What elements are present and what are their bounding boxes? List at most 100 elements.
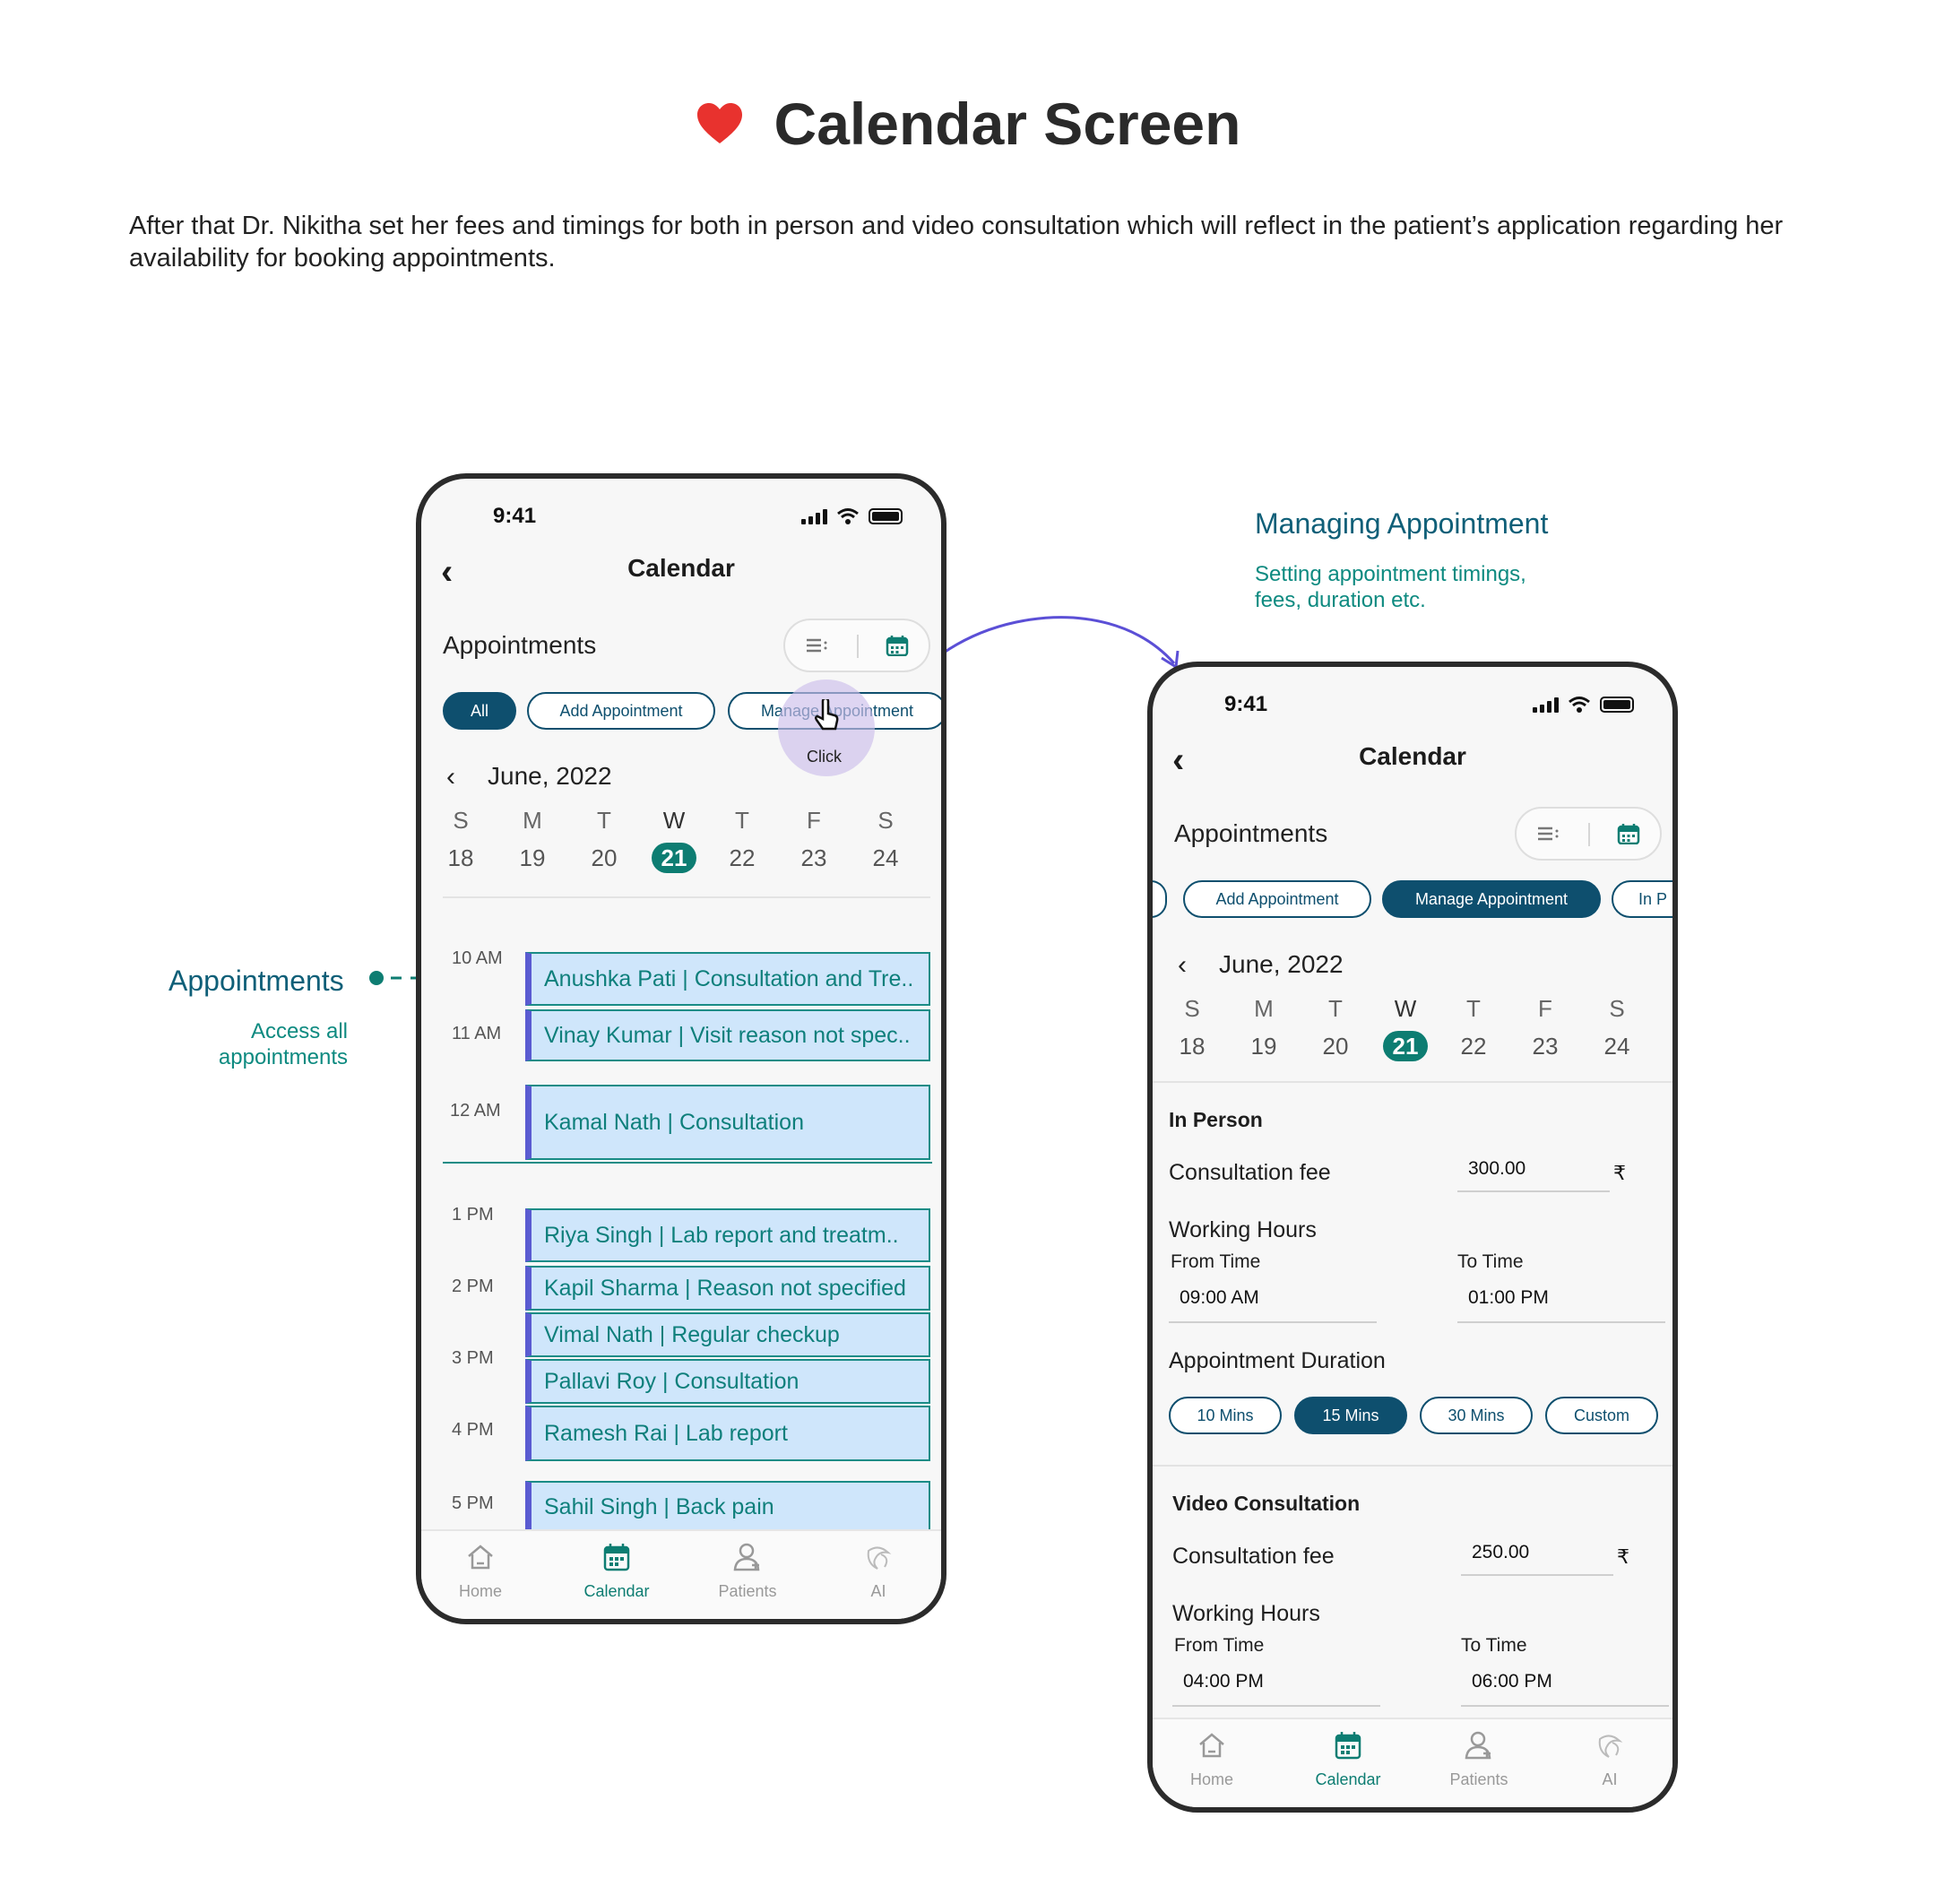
appointment-card[interactable]: Anushka Pati | Consultation and Tre.. [525, 952, 930, 1006]
appointments-heading: Appointments [443, 631, 597, 659]
date-cell[interactable]: 19 [1237, 1031, 1291, 1061]
divider [1153, 1465, 1672, 1467]
date-cell[interactable]: 18 [1165, 1031, 1219, 1061]
battery-icon [1600, 697, 1634, 713]
chip-all[interactable]: All [443, 692, 516, 730]
annotation-managing-subtitle-line1: Setting appointment timings, [1255, 562, 1526, 586]
calendar-view-icon[interactable] [1617, 823, 1640, 844]
appointment-card[interactable]: Vinay Kumar | Visit reason not spec.. [525, 1009, 930, 1061]
status-icons [801, 507, 903, 525]
chevron-left-icon[interactable]: ‹ [1178, 950, 1187, 981]
date-cell[interactable]: 22 [1447, 1031, 1500, 1061]
calendar-view-icon[interactable] [886, 635, 909, 656]
in-person-from-label: From Time [1171, 1251, 1261, 1272]
chip-all-partial[interactable] [1153, 880, 1167, 918]
hour-label: 1 PM [452, 1205, 494, 1225]
date-cell[interactable]: 24 [1590, 1031, 1644, 1061]
currency-symbol: ₹ [1613, 1162, 1626, 1184]
tab-ai[interactable]: AI [1556, 1730, 1664, 1789]
in-person-to-input[interactable]: 01:00 PM [1457, 1287, 1665, 1323]
tab-patients[interactable]: Patients [694, 1542, 801, 1601]
appointment-card[interactable]: Pallavi Roy | Consultation [525, 1359, 930, 1404]
wifi-icon [837, 508, 859, 524]
home-icon [1199, 1733, 1224, 1758]
patients-icon [733, 1543, 760, 1571]
tab-patients[interactable]: Patients [1425, 1730, 1533, 1789]
nav-title: Calendar [627, 554, 735, 582]
chip-in-person[interactable]: In P [1612, 880, 1672, 918]
date-cell[interactable]: 22 [715, 843, 769, 873]
video-from-input[interactable]: 04:00 PM [1172, 1671, 1380, 1707]
appointments-heading: Appointments [1174, 819, 1328, 847]
wifi-icon [1569, 697, 1590, 713]
in-person-from-input[interactable]: 09:00 AM [1169, 1287, 1377, 1323]
battery-icon [869, 508, 903, 524]
date-cell-selected[interactable]: 21 [652, 843, 696, 873]
in-person-fee-input[interactable]: 300.00 [1457, 1158, 1610, 1192]
hour-label: 3 PM [452, 1348, 494, 1368]
divider [443, 896, 930, 898]
list-view-icon[interactable] [805, 635, 828, 656]
weekday-label: W [662, 807, 686, 834]
date-cell[interactable]: 19 [506, 843, 559, 873]
video-working-hours-label: Working Hours [1172, 1601, 1320, 1626]
video-fee-label: Consultation fee [1172, 1544, 1335, 1569]
view-toggle [1515, 807, 1662, 861]
appointment-card[interactable]: Kamal Nath | Consultation [525, 1085, 930, 1160]
weekday-label: S [453, 807, 469, 834]
duration-custom[interactable]: Custom [1545, 1397, 1658, 1434]
hour-label: 4 PM [452, 1420, 494, 1440]
hour-label: 2 PM [452, 1277, 494, 1296]
annotation-managing-subtitle: Setting appointment timings, fees, durat… [1255, 561, 1526, 613]
appointment-card[interactable]: Ramesh Rai | Lab report [525, 1406, 930, 1461]
duration-10-mins[interactable]: 10 Mins [1169, 1397, 1282, 1434]
currency-symbol: ₹ [1617, 1545, 1629, 1568]
tab-home[interactable]: Home [1158, 1730, 1266, 1789]
date-cell[interactable]: 23 [1518, 1031, 1572, 1061]
duration-15-mins[interactable]: 15 Mins [1294, 1397, 1407, 1434]
chip-add-appointment[interactable]: Add Appointment [1183, 880, 1371, 918]
tab-home[interactable]: Home [427, 1542, 534, 1601]
tab-ai[interactable]: AI [825, 1542, 932, 1601]
hour-label: 12 AM [450, 1101, 501, 1121]
weekday-label: F [1538, 995, 1552, 1022]
status-icons [1533, 696, 1634, 714]
phone-manage-appointment: 9:41 ‹ Calendar Appointments Add Appoint… [1147, 662, 1678, 1813]
in-person-to-label: To Time [1457, 1251, 1524, 1272]
duration-30-mins[interactable]: 30 Mins [1420, 1397, 1533, 1434]
date-cell[interactable]: 23 [787, 843, 841, 873]
in-person-fee-label: Consultation fee [1169, 1160, 1331, 1185]
tab-label: Calendar [1315, 1770, 1381, 1788]
appointment-card[interactable]: Sahil Singh | Back pain [525, 1481, 930, 1533]
nav-title: Calendar [1359, 742, 1466, 770]
date-cell-selected[interactable]: 21 [1383, 1031, 1428, 1061]
tab-label: Patients [718, 1582, 777, 1600]
in-person-working-hours-label: Working Hours [1169, 1217, 1317, 1242]
status-time: 9:41 [493, 504, 537, 528]
date-cell[interactable]: 20 [1309, 1031, 1362, 1061]
tab-calendar[interactable]: Calendar [563, 1542, 670, 1601]
page-header: Calendar Screen [0, 90, 1936, 158]
ai-icon [867, 1546, 892, 1570]
status-time: 9:41 [1224, 692, 1268, 716]
appointment-card[interactable]: Kapil Sharma | Reason not specified [525, 1266, 930, 1311]
tab-label: AI [870, 1582, 886, 1600]
month-label: June, 2022 [1219, 950, 1344, 978]
appointment-card[interactable]: Riya Singh | Lab report and treatm.. [525, 1208, 930, 1262]
appointment-card[interactable]: Vimal Nath | Regular checkup [525, 1312, 930, 1357]
annotation-managing-subtitle-line2: fees, duration etc. [1255, 588, 1426, 612]
weekday-label: M [523, 807, 542, 834]
divider [1153, 1081, 1672, 1083]
chip-add-appointment[interactable]: Add Appointment [527, 692, 715, 730]
date-cell[interactable]: 18 [434, 843, 488, 873]
weekday-label: S [1609, 995, 1625, 1022]
video-fee-input[interactable]: 250.00 [1461, 1542, 1613, 1576]
tab-label: Home [1189, 1770, 1233, 1788]
chevron-left-icon[interactable]: ‹ [446, 762, 455, 792]
list-view-icon[interactable] [1536, 823, 1560, 844]
tab-calendar[interactable]: Calendar [1294, 1730, 1402, 1789]
video-to-input[interactable]: 06:00 PM [1461, 1671, 1669, 1707]
date-cell[interactable]: 20 [577, 843, 631, 873]
chip-manage-appointment[interactable]: Manage Appointment [1382, 880, 1601, 918]
date-cell[interactable]: 24 [859, 843, 912, 873]
